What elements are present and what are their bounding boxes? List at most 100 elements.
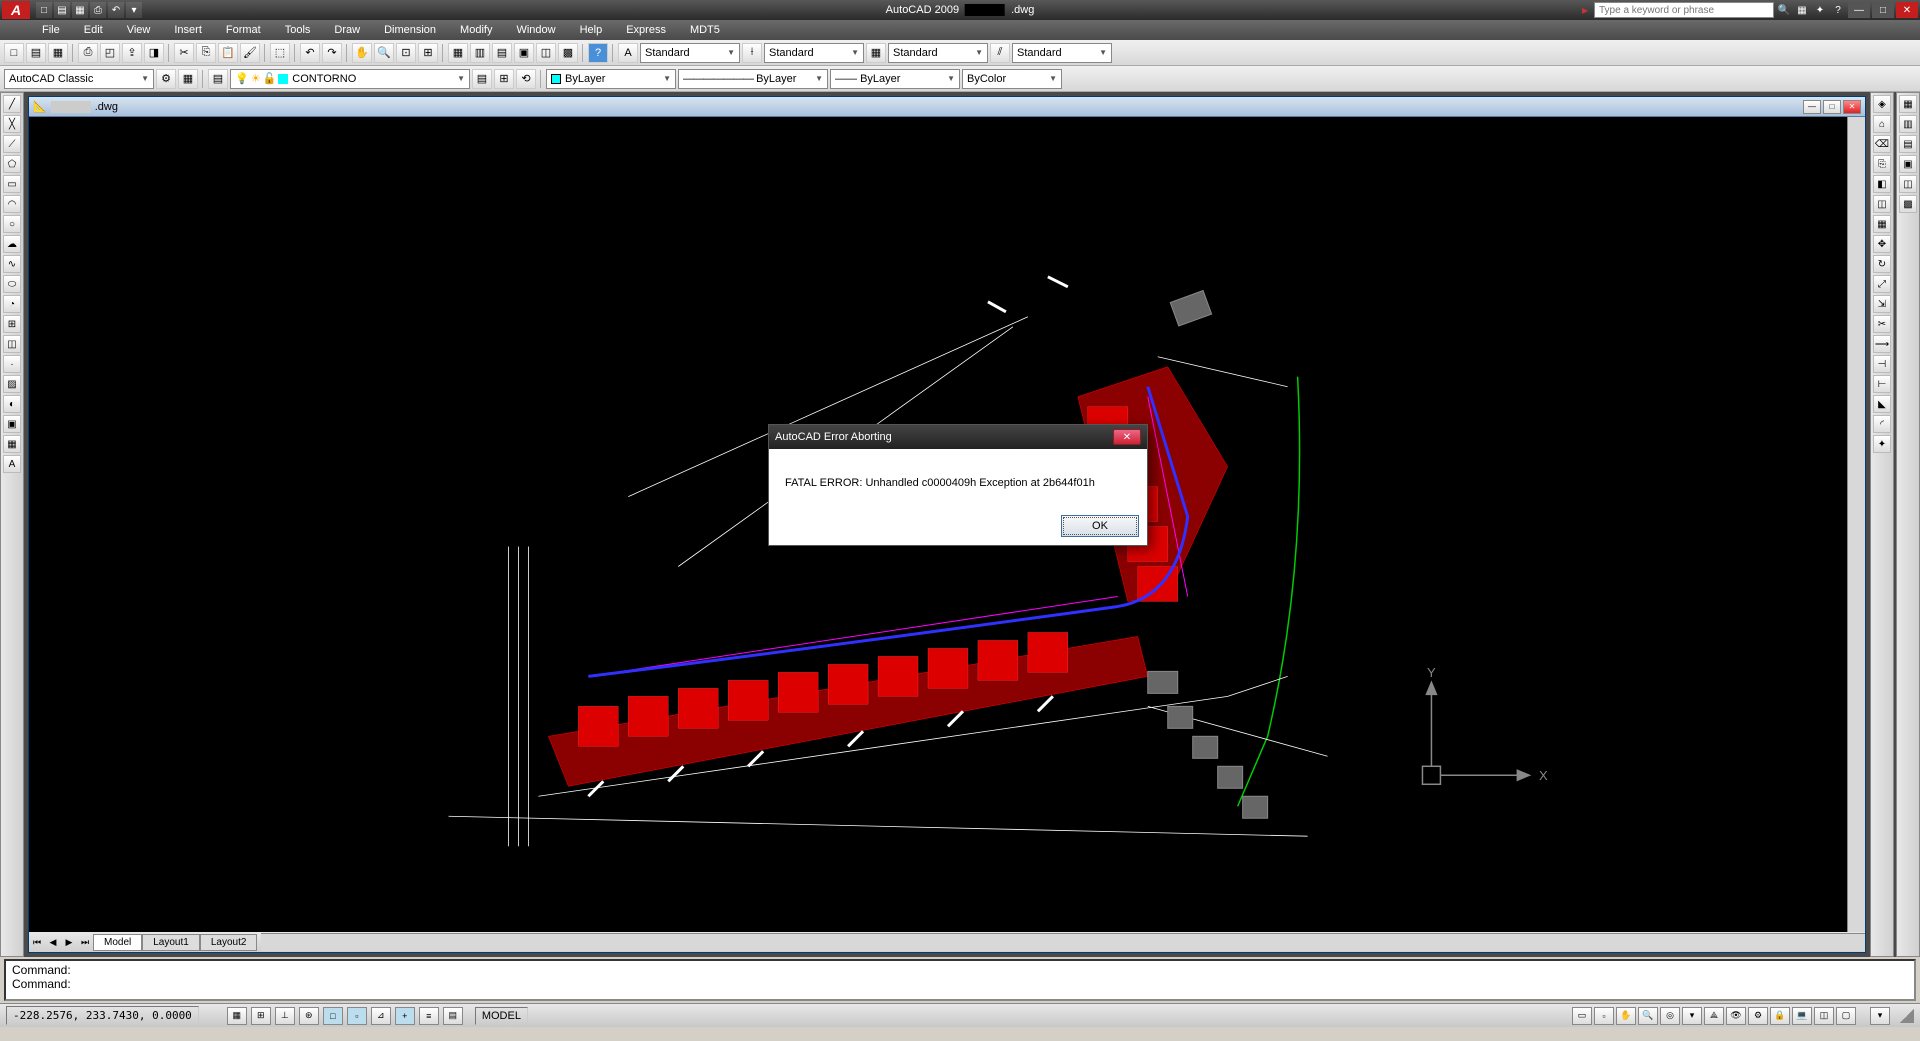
tb-layer-iso[interactable]: ⊞ [494, 69, 514, 89]
menu-edit[interactable]: Edit [72, 22, 115, 38]
horizontal-scrollbar[interactable] [261, 933, 1865, 951]
tool-chamfer[interactable]: ◣ [1873, 395, 1891, 413]
tool-home[interactable]: ⌂ [1873, 115, 1891, 133]
grid-btn[interactable]: ⊞ [251, 1007, 271, 1025]
search-btn[interactable]: 🔍 [1776, 2, 1792, 18]
tb-props[interactable]: ▦ [448, 43, 468, 63]
tb-pan[interactable]: ✋ [352, 43, 372, 63]
tool-scale[interactable]: ⤢ [1873, 275, 1891, 293]
tool-gradient[interactable]: ◐ [3, 395, 21, 413]
tp-calc[interactable]: ▩ [1899, 195, 1917, 213]
menu-modify[interactable]: Modify [448, 22, 504, 38]
tb-workspace-settings[interactable]: ⚙ [156, 69, 176, 89]
tb-zoom-prev[interactable]: ⊞ [418, 43, 438, 63]
polar-btn[interactable]: ⊛ [299, 1007, 319, 1025]
tb-open[interactable]: ▤ [26, 43, 46, 63]
sb-ws[interactable]: ⚙ [1748, 1007, 1768, 1025]
otrack-btn[interactable]: ▫ [347, 1007, 367, 1025]
tb-blockeditor[interactable]: ⬚ [270, 43, 290, 63]
menu-file[interactable]: File [30, 22, 72, 38]
tool-hatch[interactable]: ▨ [3, 375, 21, 393]
tb-tpalette[interactable]: ▤ [492, 43, 512, 63]
snap-btn[interactable]: ▦ [227, 1007, 247, 1025]
tool-mirror[interactable]: ◧ [1873, 175, 1891, 193]
qat-open[interactable]: ▤ [54, 2, 70, 18]
help-btn[interactable]: ▦ [1794, 2, 1810, 18]
menu-mdt5[interactable]: MDT5 [678, 22, 732, 38]
tool-revcloud[interactable]: ☁ [3, 235, 21, 253]
tool-stretch[interactable]: ⇲ [1873, 295, 1891, 313]
doc-close[interactable]: ✕ [1843, 100, 1861, 114]
color-dropdown[interactable]: ByLayer▼ [546, 69, 676, 89]
qat-undo[interactable]: ↶ [108, 2, 124, 18]
menu-tools[interactable]: Tools [273, 22, 323, 38]
qat-new[interactable]: □ [36, 2, 52, 18]
sb-layout[interactable]: ▭ [1572, 1007, 1592, 1025]
layer-dropdown[interactable]: 💡☀🔓 CONTORNO▼ [230, 69, 470, 89]
menu-window[interactable]: Window [504, 22, 567, 38]
menu-dimension[interactable]: Dimension [372, 22, 448, 38]
tool-ellipsearc[interactable]: ◔ [3, 295, 21, 313]
tb-publish[interactable]: ⇪ [122, 43, 142, 63]
tp-dc[interactable]: ▥ [1899, 115, 1917, 133]
sb-annoscale[interactable]: ⟁ [1704, 1007, 1724, 1025]
tb-layer-prev[interactable]: ⟲ [516, 69, 536, 89]
tb-zoom-rt[interactable]: 🔍 [374, 43, 394, 63]
tb-dcenter[interactable]: ▥ [470, 43, 490, 63]
dyn-btn[interactable]: + [395, 1007, 415, 1025]
nav-first[interactable]: ⏮ [29, 934, 45, 950]
tb-preview[interactable]: ◰ [100, 43, 120, 63]
ortho-btn[interactable]: ⊥ [275, 1007, 295, 1025]
resize-grip[interactable] [1900, 1009, 1914, 1023]
sb-clean[interactable]: ▢ [1836, 1007, 1856, 1025]
tool-erase[interactable]: ⌫ [1873, 135, 1891, 153]
nav-prev[interactable]: ◀ [45, 934, 61, 950]
doc-max[interactable]: □ [1823, 100, 1841, 114]
tool-viewcube[interactable]: ◈ [1873, 95, 1891, 113]
tb-save[interactable]: ▦ [48, 43, 68, 63]
ducs-btn[interactable]: ⊿ [371, 1007, 391, 1025]
menu-format[interactable]: Format [214, 22, 273, 38]
vertical-scrollbar[interactable] [1847, 117, 1865, 932]
tb-tablestyle-icon[interactable]: ▦ [866, 43, 886, 63]
tool-rotate[interactable]: ↻ [1873, 255, 1891, 273]
dialog-titlebar[interactable]: AutoCAD Error Aborting ✕ [769, 425, 1147, 449]
sb-qview[interactable]: ▫ [1594, 1007, 1614, 1025]
menu-express[interactable]: Express [614, 22, 678, 38]
tool-join[interactable]: ⊢ [1873, 375, 1891, 393]
sb-hw[interactable]: 💻 [1792, 1007, 1812, 1025]
plotstyle-dropdown[interactable]: ByColor▼ [962, 69, 1062, 89]
tb-3ddwf[interactable]: ◨ [144, 43, 164, 63]
dim-style-dropdown[interactable]: Standard▼ [764, 43, 864, 63]
tool-explode[interactable]: ✦ [1873, 435, 1891, 453]
qat-print[interactable]: ⎙ [90, 2, 106, 18]
tb-layer-state[interactable]: ▤ [472, 69, 492, 89]
tool-line[interactable]: ╱ [3, 95, 21, 113]
tb-redo[interactable]: ↷ [322, 43, 342, 63]
tool-arc[interactable]: ◠ [3, 195, 21, 213]
ml-style-dropdown[interactable]: Standard▼ [1012, 43, 1112, 63]
nav-last[interactable]: ⏭ [77, 934, 93, 950]
table-style-dropdown[interactable]: Standard▼ [888, 43, 988, 63]
tb-paste[interactable]: 📋 [218, 43, 238, 63]
tool-copy[interactable]: ⎘ [1873, 155, 1891, 173]
tool-mtext[interactable]: A [3, 455, 21, 473]
tool-region[interactable]: ▣ [3, 415, 21, 433]
qat-more[interactable]: ▾ [126, 2, 142, 18]
doc-min[interactable]: — [1803, 100, 1821, 114]
tb-workspace-switch[interactable]: ▦ [178, 69, 198, 89]
menu-view[interactable]: View [115, 22, 163, 38]
minimize-button[interactable]: — [1848, 2, 1870, 18]
tb-help[interactable]: ? [588, 43, 608, 63]
tool-trim[interactable]: ✂ [1873, 315, 1891, 333]
sb-zoom[interactable]: 🔍 [1638, 1007, 1658, 1025]
tool-offset[interactable]: ◫ [1873, 195, 1891, 213]
tb-cut[interactable]: ✂ [174, 43, 194, 63]
tool-spline[interactable]: ∿ [3, 255, 21, 273]
tool-pline[interactable]: ⟋ [3, 135, 21, 153]
tb-copy[interactable]: ⎘ [196, 43, 216, 63]
tab-model[interactable]: Model [93, 934, 142, 951]
menu-draw[interactable]: Draw [322, 22, 372, 38]
sb-showmc[interactable]: ▾ [1682, 1007, 1702, 1025]
tab-layout2[interactable]: Layout2 [200, 934, 258, 951]
